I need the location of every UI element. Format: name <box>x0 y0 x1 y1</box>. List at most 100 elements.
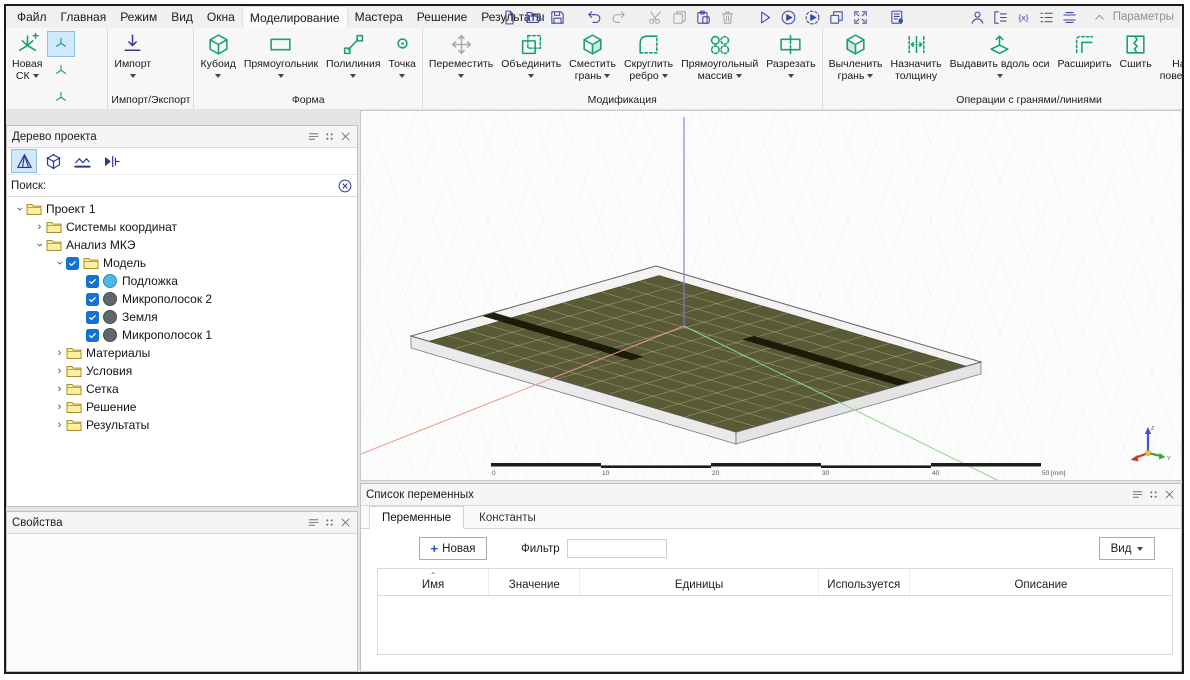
tree-node-3[interactable]: ›Модель <box>7 254 357 272</box>
tree-node-1[interactable]: ›Системы координат <box>7 218 357 236</box>
search-input[interactable] <box>50 177 337 195</box>
panel-close-icon[interactable] <box>339 516 352 529</box>
save-icon[interactable] <box>549 9 566 26</box>
menu-item-1[interactable]: Главная <box>54 6 114 28</box>
new-file-icon[interactable] <box>501 9 518 26</box>
tree-node-8[interactable]: ›Материалы <box>7 344 357 362</box>
redo-icon[interactable] <box>610 9 627 26</box>
tab-1[interactable]: Константы <box>466 506 549 529</box>
mesh-view-button[interactable] <box>40 149 66 173</box>
column-header-4[interactable]: Описание <box>910 569 1172 595</box>
menu-item-5[interactable]: Моделирование <box>242 6 348 28</box>
expand-button[interactable]: Расширить <box>1054 30 1116 71</box>
move-button[interactable]: Переместить <box>425 30 497 78</box>
expand-arrow-icon[interactable]: › <box>51 257 69 270</box>
report-icon[interactable] <box>889 9 906 26</box>
expand-arrow-icon[interactable]: › <box>33 218 46 236</box>
view-dropdown-button[interactable]: Вид <box>1099 537 1155 560</box>
cs-variant-button-2[interactable] <box>47 85 75 110</box>
menu-item-2[interactable]: Режим <box>113 6 164 28</box>
fem-analysis-button[interactable] <box>11 149 37 173</box>
panel-close-icon[interactable] <box>1163 488 1176 501</box>
expand-arrow-icon[interactable]: › <box>53 344 66 362</box>
extract-face-button[interactable]: Вычленитьгрань <box>825 30 887 82</box>
fullscreen-icon[interactable] <box>852 9 869 26</box>
panel-menu-icon[interactable] <box>1131 488 1144 501</box>
cs-variant-button-1[interactable] <box>47 58 75 84</box>
tab-0[interactable]: Переменные <box>369 506 464 529</box>
fillet-button[interactable]: Скруглитьребро <box>620 30 677 82</box>
variables-table-body[interactable] <box>378 596 1172 654</box>
import-button[interactable]: Импорт <box>110 30 155 78</box>
cuboid-button[interactable]: Кубоид <box>196 30 239 78</box>
variables-x-icon[interactable]: {x} <box>1015 9 1032 26</box>
surface-button[interactable]: Натянутьповерхность <box>1156 30 1182 82</box>
tree-node-0[interactable]: ›Проект 1 <box>7 200 357 218</box>
trash-icon[interactable] <box>719 9 736 26</box>
cs-variant-button-0[interactable] <box>47 31 75 57</box>
visibility-checkbox[interactable] <box>86 293 99 306</box>
panel-dots-icon[interactable] <box>323 130 336 143</box>
expand-arrow-icon[interactable]: › <box>11 203 29 216</box>
panel-close-icon[interactable] <box>339 130 352 143</box>
thickness-button[interactable]: Назначитьтолщину <box>887 30 946 82</box>
tree-node-5[interactable]: Микрополосок 2 <box>7 290 357 308</box>
column-header-1[interactable]: Значение <box>489 569 580 595</box>
filter-input[interactable] <box>567 539 667 558</box>
union-button[interactable]: Объединить <box>497 30 565 78</box>
expand-arrow-icon[interactable]: › <box>53 362 66 380</box>
panel-dots-icon[interactable] <box>323 516 336 529</box>
menu-item-3[interactable]: Вид <box>164 6 200 28</box>
visibility-checkbox[interactable] <box>86 311 99 324</box>
panel-dots-icon[interactable] <box>1147 488 1160 501</box>
excitation-view-button[interactable] <box>69 149 95 173</box>
expand-arrow-icon[interactable]: › <box>53 380 66 398</box>
column-header-0[interactable]: ⌃Имя <box>378 569 489 595</box>
list-icon[interactable] <box>1038 9 1055 26</box>
paste-icon[interactable] <box>695 9 712 26</box>
tree-node-12[interactable]: ›Результаты <box>7 416 357 434</box>
copy-icon[interactable] <box>671 9 688 26</box>
open-folder-icon[interactable] <box>525 9 542 26</box>
tree-node-2[interactable]: ›Анализ МКЭ <box>7 236 357 254</box>
new-cs-button[interactable]: НоваяСК <box>8 30 46 82</box>
expand-arrow-icon[interactable]: › <box>31 239 49 252</box>
viewport-3d[interactable]: 01020304050 [mm] Z Y <box>360 110 1182 481</box>
tree-node-9[interactable]: ›Условия <box>7 362 357 380</box>
run-icon[interactable] <box>756 9 773 26</box>
cut-icon[interactable] <box>647 9 664 26</box>
split-button[interactable]: Разрезать <box>762 30 819 78</box>
column-header-3[interactable]: Используется <box>819 569 910 595</box>
port-view-button[interactable] <box>98 149 124 173</box>
visibility-checkbox[interactable] <box>86 329 99 342</box>
new-variable-button[interactable]: + Новая <box>419 537 487 560</box>
expand-arrow-icon[interactable]: › <box>53 416 66 434</box>
tree-node-4[interactable]: Подложка <box>7 272 357 290</box>
rectangle-button[interactable]: Прямоугольник <box>240 30 322 78</box>
tree-list-icon[interactable] <box>992 9 1009 26</box>
run-dashed-icon[interactable] <box>804 9 821 26</box>
undo-icon[interactable] <box>586 9 603 26</box>
menu-item-4[interactable]: Окна <box>200 6 242 28</box>
point-button[interactable]: Точка <box>385 30 420 78</box>
user-icon[interactable] <box>969 9 986 26</box>
panel-menu-icon[interactable] <box>307 130 320 143</box>
offset-face-button[interactable]: Сместитьгрань <box>565 30 620 82</box>
stitch-button[interactable]: Сшить <box>1116 30 1156 71</box>
tree-node-10[interactable]: ›Сетка <box>7 380 357 398</box>
rect-array-button[interactable]: Прямоугольныймассив <box>677 30 762 82</box>
duplicate-icon[interactable] <box>828 9 845 26</box>
tree-node-7[interactable]: Микрополосок 1 <box>7 326 357 344</box>
panel-menu-icon[interactable] <box>307 516 320 529</box>
menu-item-7[interactable]: Решение <box>410 6 474 28</box>
expand-arrow-icon[interactable]: › <box>53 398 66 416</box>
columns-icon[interactable] <box>1061 9 1078 26</box>
run-circle-icon[interactable] <box>780 9 797 26</box>
extrude-button[interactable]: Выдавить вдоль оси <box>946 30 1054 78</box>
tree-node-11[interactable]: ›Решение <box>7 398 357 416</box>
tree-node-6[interactable]: Земля <box>7 308 357 326</box>
search-clear-icon[interactable] <box>337 178 353 194</box>
polyline-button[interactable]: Полилиния <box>322 30 385 78</box>
visibility-checkbox[interactable] <box>86 275 99 288</box>
menu-item-0[interactable]: Файл <box>10 6 54 28</box>
